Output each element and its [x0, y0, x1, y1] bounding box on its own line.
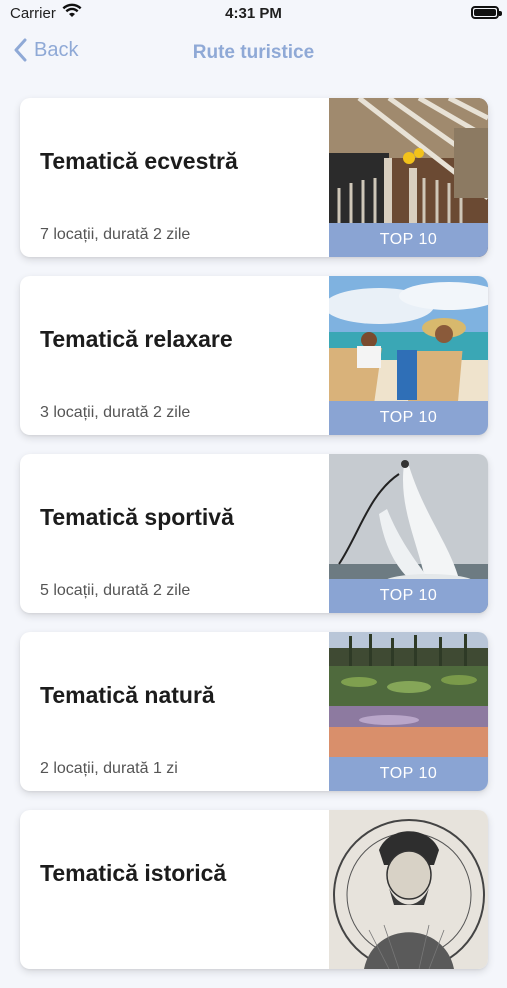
portrait-engraving — [329, 810, 488, 969]
route-title: Tematică sportivă — [40, 504, 234, 530]
route-subtitle: 3 locații, durată 2 zile — [40, 404, 191, 421]
top10-badge: TOP 10 — [329, 757, 488, 791]
route-subtitle: 5 locații, durată 2 zile — [40, 582, 191, 599]
route-list: Tematică ecvestră 7 locații, durată 2 zi… — [20, 98, 488, 988]
clock-time: 4:31 PM — [225, 5, 282, 22]
route-card-sportiva[interactable]: Tematică sportivă 5 locații, durată 2 zi… — [20, 454, 488, 613]
stable-photo: TOP 10 — [329, 98, 488, 257]
flyboard-photo: TOP 10 — [329, 454, 488, 613]
route-title: Tematică relaxare — [40, 326, 233, 352]
top10-badge: TOP 10 — [329, 401, 488, 435]
navigation-bar: Back Rute turistice — [0, 30, 507, 76]
route-card-relaxare[interactable]: Tematică relaxare 3 locații, durată 2 zi… — [20, 276, 488, 435]
status-bar: Carrier 4:31 PM — [0, 0, 507, 30]
route-title: Tematică natură — [40, 682, 215, 708]
route-title: Tematică istorică — [40, 860, 227, 886]
route-subtitle: 7 locații, durată 2 zile — [40, 226, 191, 243]
route-title: Tematică ecvestră — [40, 148, 238, 174]
beach-photo: TOP 10 — [329, 276, 488, 435]
top10-badge: TOP 10 — [329, 223, 488, 257]
battery-icon — [471, 6, 502, 19]
page-title: Rute turistice — [192, 42, 315, 63]
route-card-istorica[interactable]: Tematică istorică — [20, 810, 488, 969]
route-card-natura[interactable]: Tematică natură 2 locații, durată 1 zi T… — [20, 632, 488, 791]
route-subtitle: 2 locații, durată 1 zi — [40, 760, 178, 777]
lake-photo: TOP 10 — [329, 632, 488, 791]
route-card-ecvestra[interactable]: Tematică ecvestră 7 locații, durată 2 zi… — [20, 98, 488, 257]
top10-badge: TOP 10 — [329, 579, 488, 613]
